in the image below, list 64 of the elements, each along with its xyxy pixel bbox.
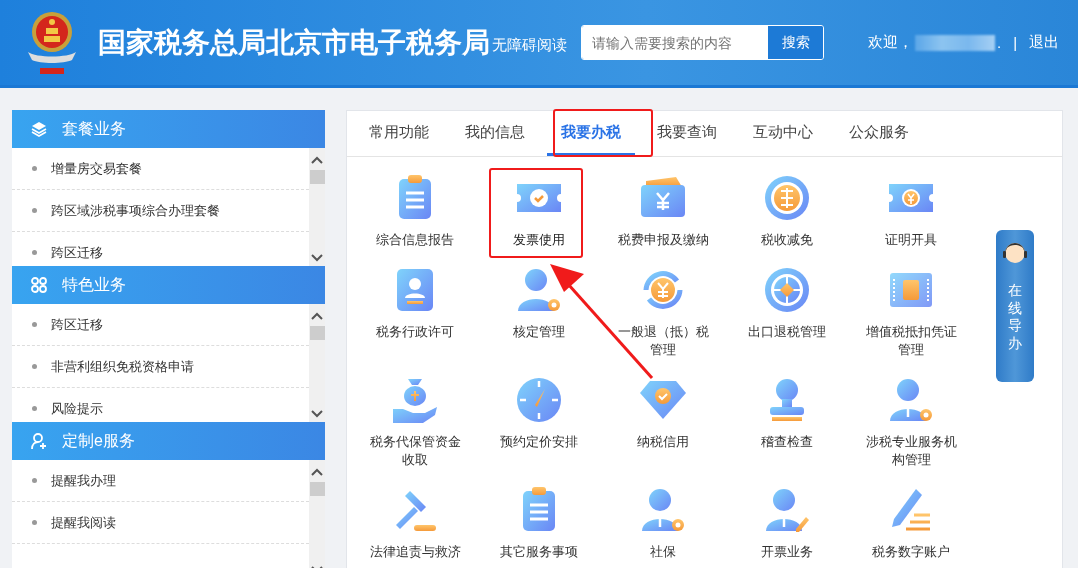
chevron-up-icon[interactable] xyxy=(311,156,323,164)
menu-item[interactable]: 增量房交易套餐 xyxy=(51,159,142,178)
service-item[interactable]: 核定管理 xyxy=(477,265,601,359)
chevron-up-icon[interactable] xyxy=(311,468,323,476)
chevron-down-icon[interactable] xyxy=(311,254,323,262)
tab[interactable]: 公众服务 xyxy=(835,111,923,156)
separator: | xyxy=(1013,34,1018,51)
menu-item[interactable]: 提醒我办理 xyxy=(51,471,116,490)
service-item[interactable]: 税收减免 xyxy=(725,173,849,249)
menu-item[interactable]: 跨区迁移 xyxy=(51,315,103,334)
service-item[interactable]: 税费申报及缴纳 xyxy=(601,173,725,249)
menu-item[interactable]: 风险提示 xyxy=(51,399,103,418)
service-item[interactable]: 预约定价安排 xyxy=(477,375,601,469)
service-item[interactable]: 证明开具 xyxy=(849,173,973,249)
bullet-icon xyxy=(32,250,37,255)
bullet-icon xyxy=(32,322,37,327)
user-add-icon xyxy=(30,432,48,450)
scrollbar[interactable] xyxy=(309,460,325,568)
compass-icon xyxy=(514,375,564,425)
layers-icon xyxy=(30,120,48,138)
bullet-icon xyxy=(32,166,37,171)
service-item[interactable]: 一般退（抵）税管理 xyxy=(601,265,725,359)
scrollbar-thumb[interactable] xyxy=(309,326,325,340)
bullet-icon xyxy=(32,406,37,411)
service-item[interactable]: 稽查检查 xyxy=(725,375,849,469)
site-title: 国家税务总局北京市电子税务局 xyxy=(98,25,490,60)
welcome-text: 欢迎， xyxy=(868,33,913,52)
chevron-up-icon[interactable] xyxy=(311,312,323,320)
bullet-icon xyxy=(32,520,37,525)
service-item[interactable]: 增值税抵扣凭证管理 xyxy=(849,265,973,359)
service-item[interactable]: 开票业务 xyxy=(725,485,849,561)
grid-icon xyxy=(30,276,48,294)
service-item[interactable]: 出口退税管理 xyxy=(725,265,849,359)
menu-item[interactable]: 提醒我阅读 xyxy=(51,513,116,532)
service-item[interactable]: 综合信息报告 xyxy=(353,173,477,249)
service-item[interactable]: 税务数字账户 xyxy=(849,485,973,561)
logout-link[interactable]: 退出 xyxy=(1029,33,1060,52)
bullet-icon xyxy=(32,478,37,483)
service-item[interactable]: 发票使用 xyxy=(477,173,601,249)
service-item[interactable]: 税务行政许可 xyxy=(353,265,477,359)
username-suffix: . xyxy=(997,34,1002,51)
service-item[interactable]: 社保 xyxy=(601,485,725,561)
globe-icon xyxy=(762,265,812,315)
service-item[interactable]: 法律追责与救济 xyxy=(353,485,477,561)
tax-seal-icon xyxy=(762,173,812,223)
menu-item[interactable]: 非营利组织免税资格申请 xyxy=(51,357,194,376)
service-item[interactable]: 纳税信用 xyxy=(601,375,725,469)
chevron-down-icon[interactable] xyxy=(311,410,323,418)
tab[interactable]: 常用功能 xyxy=(355,111,443,156)
tab[interactable]: 我要办税 xyxy=(547,111,635,156)
tab[interactable]: 我要查询 xyxy=(643,111,731,156)
service-item[interactable]: 涉税专业服务机构管理 xyxy=(849,375,973,469)
bullet-icon xyxy=(32,208,37,213)
service-item[interactable]: 其它服务事项 xyxy=(477,485,601,561)
scrollbar[interactable] xyxy=(309,304,325,422)
bullet-icon xyxy=(32,364,37,369)
scrollbar[interactable] xyxy=(309,148,325,266)
scrollbar-thumb[interactable] xyxy=(309,482,325,496)
tab[interactable]: 互动中心 xyxy=(739,111,827,156)
service-item[interactable]: 税务代保管资金收取 xyxy=(353,375,477,469)
tab[interactable]: 我的信息 xyxy=(451,111,539,156)
menu-item[interactable]: 跨区域涉税事项综合办理套餐 xyxy=(51,201,220,220)
menu-item[interactable]: 跨区迁移 xyxy=(51,243,103,262)
scrollbar-thumb[interactable] xyxy=(309,170,325,184)
